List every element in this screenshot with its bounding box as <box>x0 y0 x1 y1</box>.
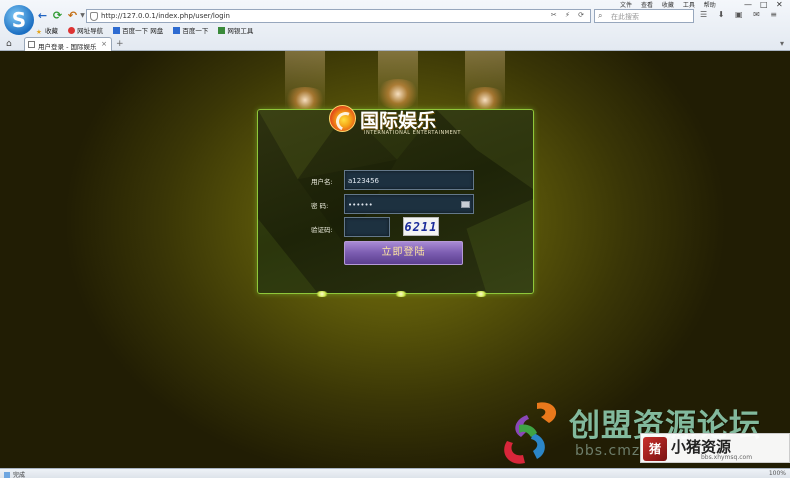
password-label: 密 码: <box>311 202 329 210</box>
password-input[interactable] <box>348 198 456 211</box>
security-shield-icon <box>90 12 98 21</box>
minimize-icon[interactable]: — <box>744 0 752 9</box>
bookmark-item[interactable]: ★ 收藏 <box>36 25 58 36</box>
toolbar-icons[interactable]: ☰ ⬇ ▣ ✉ ≡ <box>700 10 781 19</box>
badge-logo-icon: 猪 <box>643 437 667 461</box>
globe-icon <box>68 27 76 34</box>
search-placeholder: 在此搜索 <box>611 13 639 21</box>
brand-logo: 国际娱乐 INTERNATIONAL ENTERTAINMENT <box>329 105 461 139</box>
brand-name: 国际娱乐 <box>360 110 437 132</box>
menu-view[interactable]: 查看 <box>641 2 653 9</box>
panel-light <box>394 291 408 297</box>
bookmark-item[interactable]: 百度一下 <box>173 25 208 35</box>
page-background: 国际娱乐 INTERNATIONAL ENTERTAINMENT 用户名: 密 … <box>0 51 790 468</box>
baidu-icon <box>173 27 181 34</box>
page-favicon <box>28 41 35 48</box>
tab-menu-icon[interactable]: ▾ <box>780 39 784 48</box>
menu-favorites[interactable]: 收藏 <box>662 2 674 9</box>
login-button[interactable]: 立即登陆 <box>344 241 463 265</box>
panel-light <box>315 291 329 297</box>
panel-light <box>474 291 488 297</box>
login-panel: 国际娱乐 INTERNATIONAL ENTERTAINMENT 用户名: 密 … <box>257 105 534 297</box>
search-box[interactable]: ⌕ 在此搜索 <box>594 9 694 23</box>
star-icon: ★ <box>36 28 42 36</box>
status-bar: 完成 100% <box>0 468 790 478</box>
maximize-icon[interactable]: □ <box>760 0 768 9</box>
new-tab-icon[interactable]: + <box>116 39 124 49</box>
zoom-level[interactable]: 100% <box>769 470 786 477</box>
keyboard-icon[interactable] <box>461 201 470 208</box>
badge-url: bbs.xhymsq.com <box>701 454 753 461</box>
browser-logo-icon[interactable]: S <box>4 5 34 35</box>
close-icon[interactable]: ✕ <box>776 0 783 9</box>
brand-subtitle: INTERNATIONAL ENTERTAINMENT <box>364 130 461 136</box>
bookmark-item[interactable]: 网址导航 <box>68 25 103 35</box>
home-icon[interactable]: ⌂ <box>6 39 12 49</box>
watermark-badge: 猪 小猪资源 bbs.xhymsq.com <box>640 433 790 463</box>
bookmark-item[interactable]: 百度一下 网盘 <box>113 25 163 35</box>
menu-tools[interactable]: 工具 <box>683 2 695 9</box>
status-icon <box>4 472 10 478</box>
back-icon[interactable]: ← <box>36 9 49 22</box>
search-icon: ⌕ <box>598 11 603 20</box>
username-field[interactable] <box>344 170 474 190</box>
bank-icon <box>218 27 226 34</box>
address-tools[interactable]: ✂ ⚡ ⟳ <box>551 11 587 19</box>
tab-close-icon[interactable]: × <box>101 40 107 48</box>
tab-active[interactable]: 用户登录 - 国际娱乐 × <box>24 37 112 51</box>
menu-help[interactable]: 帮助 <box>704 2 716 9</box>
username-input[interactable] <box>348 174 456 187</box>
captcha-image[interactable]: 6211 <box>403 217 439 236</box>
username-label: 用户名: <box>311 178 333 186</box>
address-bar[interactable]: http://127.0.0.1/index.php/user/login ✂ … <box>86 9 591 23</box>
browser-chrome: S ← ⟳ ↶ ▼ http://127.0.0.1/index.php/use… <box>0 0 790 51</box>
refresh-icon[interactable]: ⟳ <box>51 9 64 22</box>
watermark-logo-icon <box>504 402 557 464</box>
password-field[interactable] <box>344 194 474 214</box>
tab-row: ⌂ 用户登录 - 国际娱乐 × + ▾ <box>0 37 790 51</box>
captcha-input[interactable] <box>348 221 388 234</box>
captcha-label: 验证码: <box>311 226 333 234</box>
status-text: 完成 <box>4 470 25 478</box>
menu-file[interactable]: 文件 <box>620 2 632 9</box>
bookmarks-bar: ★ 收藏 网址导航 百度一下 网盘 百度一下 网银工具 <box>36 25 261 36</box>
brand-emblem-icon <box>329 105 356 132</box>
baidu-icon <box>113 27 121 34</box>
captcha-field[interactable] <box>344 217 390 237</box>
tab-title: 用户登录 - 国际娱乐 <box>38 43 97 51</box>
bookmark-item[interactable]: 网银工具 <box>218 25 253 35</box>
address-text[interactable]: http://127.0.0.1/index.php/user/login <box>101 12 230 20</box>
